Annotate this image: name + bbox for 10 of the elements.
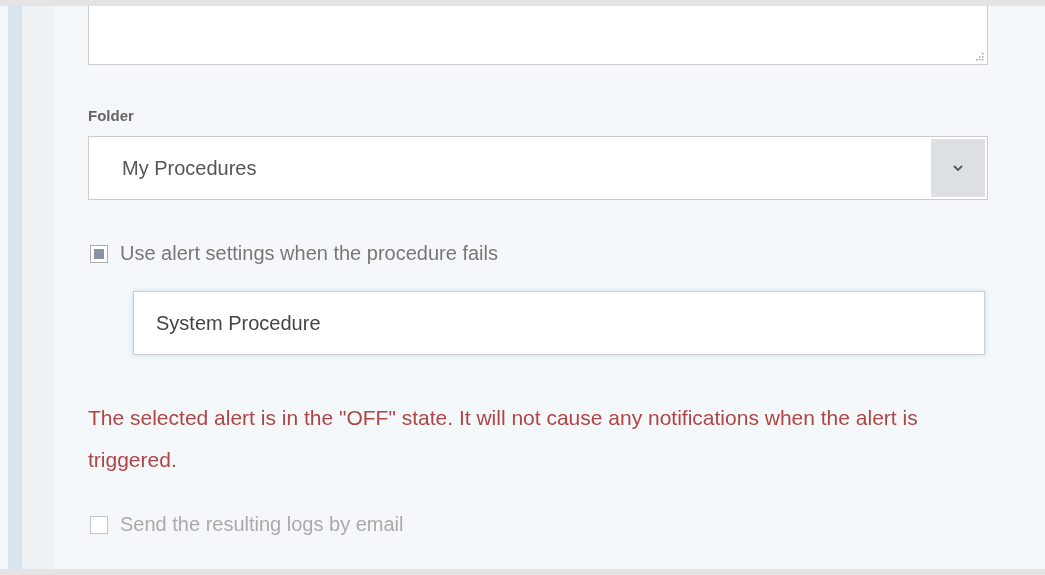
alert-field[interactable]: System Procedure [133,291,985,355]
dropdown-button[interactable] [931,139,985,197]
field-label: Folder [88,107,135,124]
text-area[interactable] [88,6,988,65]
chevron-down-icon [952,164,964,172]
warning-message: The selected alert is in the "OFF" state. It will not cause any notifications when the alert is triggered. [88,405,919,473]
folder-dropdown[interactable]: My Procedures [88,136,988,200]
checkbox-label[interactable]: Use alert settings when the procedure fails [120,242,498,265]
checkbox[interactable] [90,244,108,263]
resize-grip-icon[interactable] [976,53,984,61]
